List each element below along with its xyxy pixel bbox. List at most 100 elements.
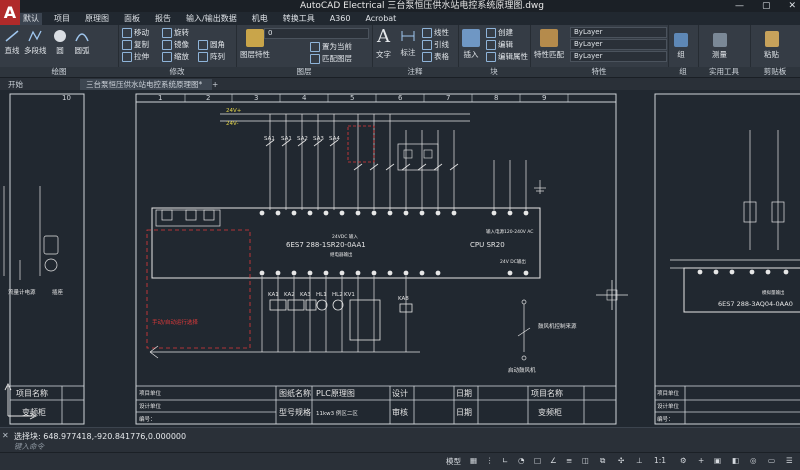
tab-project[interactable]: 项目 (51, 13, 73, 25)
text-button[interactable]: A 文字 (376, 27, 391, 60)
3d-osnap-icon[interactable]: ✣ (618, 456, 624, 465)
ortho-icon[interactable]: ∟ (502, 456, 508, 465)
create-block-icon (486, 27, 496, 38)
tab-schematic[interactable]: 原理图 (82, 13, 112, 25)
rotate-button[interactable]: 旋转 (162, 27, 189, 38)
array-button[interactable]: 阵列 (198, 51, 225, 62)
tab-default[interactable]: 默认 (20, 13, 42, 25)
osnap-icon[interactable]: □ (534, 456, 541, 465)
command-close-icon[interactable]: ✕ (2, 431, 9, 440)
left-label-socket: 插座 (52, 288, 64, 296)
ruler-num-8: 8 (494, 94, 498, 102)
tab-a360[interactable]: A360 (327, 13, 354, 25)
scale-button[interactable]: 缩放 (162, 51, 189, 62)
dimension-button[interactable]: 标注 (400, 27, 416, 58)
arc-button[interactable]: 圆弧 (74, 29, 90, 56)
minimize-button[interactable]: — (735, 0, 744, 12)
main-sheet-frame (135, 93, 617, 425)
left-sheet-frame (9, 93, 85, 425)
maximize-button[interactable]: ▢ (762, 0, 771, 12)
color-dropdown[interactable]: ByLayer (570, 27, 667, 38)
switch-label-2: SA1 (281, 136, 292, 142)
plc-power-label: 输入电源120-240V AC (486, 228, 533, 235)
annotation-monitor-icon[interactable]: + (698, 456, 704, 465)
model-space-button[interactable]: 模型 (446, 456, 461, 467)
otrack-icon[interactable]: ∠ (550, 456, 557, 465)
match-properties-button[interactable]: 特性匹配 (534, 29, 564, 60)
kv1-label: KV1 (344, 292, 355, 298)
measure-icon (712, 33, 727, 47)
snap-icon[interactable]: ⋮ (486, 456, 494, 465)
edit-attributes-button[interactable]: 编辑属性 (486, 51, 528, 62)
annotation-scale-value[interactable]: 1:1 (654, 456, 666, 465)
ruler-num-10: 10 (62, 94, 71, 102)
move-button[interactable]: 移动 (122, 27, 149, 38)
groups-panel: 组 组 (668, 25, 699, 77)
create-block-button[interactable]: 创建 (486, 27, 513, 38)
tab-acrobat[interactable]: Acrobat (362, 13, 399, 25)
window-title: AutoCAD Electrical 三台泵恒压供水站电控系统原理图.dwg (300, 1, 545, 11)
dynamic-ucs-icon[interactable]: ⊥ (636, 456, 643, 465)
insert-button[interactable]: 插入 (462, 29, 480, 60)
line-button[interactable]: 直线 (4, 29, 20, 56)
stretch-button[interactable]: 拉伸 (122, 51, 149, 62)
match-layer-button[interactable]: 匹配图层 (310, 53, 352, 64)
close-button[interactable]: ✕ (788, 0, 796, 12)
tab-import-export[interactable]: 输入/输出数据 (183, 13, 240, 25)
tab-panel[interactable]: 面板 (121, 13, 143, 25)
edit-block-button[interactable]: 编辑 (486, 39, 513, 50)
table-button[interactable]: 表格 (422, 51, 449, 62)
lineweight-icon[interactable]: ≡ (566, 456, 572, 465)
autocad-logo-icon[interactable]: A (0, 0, 20, 26)
leader-button[interactable]: 引线 (422, 39, 449, 50)
fillet-button[interactable]: 圆角 (198, 39, 225, 50)
workspace-icon[interactable]: ⚙ (680, 456, 687, 465)
grid-icon[interactable]: ▦ (470, 456, 477, 465)
linetype-dropdown[interactable]: ByLayer (570, 39, 667, 50)
manual-auto-region (146, 229, 251, 349)
copy-button[interactable]: 复制 (122, 39, 149, 50)
circle-button[interactable]: 圆 (52, 29, 68, 56)
dimension-icon (401, 31, 415, 41)
switch-label-4: SA3 (313, 136, 324, 142)
selection-cycling-icon[interactable]: ⧉ (600, 456, 605, 466)
tb-project-name: 项目名称 (531, 388, 563, 398)
plc-cpu-text: CPU SR20 (470, 241, 505, 249)
group-button[interactable]: 组 (674, 33, 688, 60)
set-current-button[interactable]: 置为当前 (310, 41, 352, 52)
active-drawing-tab[interactable]: 三台泵恒压供水站电控系统原理图* (80, 79, 212, 90)
utilities-panel: 测量 实用工具 (698, 25, 751, 77)
match-properties-icon (540, 29, 558, 47)
clean-screen-icon[interactable]: ▭ (768, 456, 775, 465)
drawing-canvas[interactable]: 1 2 3 4 5 6 7 8 9 10 24V+ 24V- SA1 SA1 S… (0, 90, 800, 426)
relay-label-2: KA2 (284, 292, 295, 298)
lineweight-dropdown[interactable]: ByLayer (570, 51, 667, 62)
isolate-icon[interactable]: ◎ (750, 456, 757, 465)
tab-conversion[interactable]: 转换工具 (280, 13, 318, 25)
start-tab[interactable]: 开始 (2, 79, 29, 90)
tab-reports[interactable]: 报告 (152, 13, 174, 25)
left-label-flow: 流量计电源 (8, 288, 36, 296)
ribbon-tab-bar: 默认 项目 原理图 面板 报告 输入/输出数据 机电 转换工具 A360 Acr… (20, 13, 399, 25)
new-tab-button[interactable]: + (206, 79, 224, 90)
paste-button[interactable]: 粘贴 (764, 31, 779, 60)
title-bar: AutoCAD Electrical 三台泵恒压供水站电控系统原理图.dwg —… (0, 0, 800, 12)
customize-icon[interactable]: ☰ (786, 456, 793, 465)
transparency-icon[interactable]: ◫ (582, 456, 589, 465)
measure-button[interactable]: 测量 (712, 33, 727, 60)
annotation-panel-title: 注释 (372, 67, 458, 77)
edit-attributes-icon (486, 51, 496, 62)
units-icon[interactable]: ▣ (714, 456, 721, 465)
layer-properties-icon (246, 29, 264, 47)
polar-icon[interactable]: ◔ (518, 456, 525, 465)
tab-electromechanical[interactable]: 机电 (249, 13, 271, 25)
mirror-button[interactable]: 镜像 (162, 39, 189, 50)
command-input[interactable]: 键入命令 (14, 441, 314, 452)
schematic-drawing: 1 2 3 4 5 6 7 8 9 10 24V+ 24V- SA1 SA1 S… (3, 93, 800, 425)
linear-button[interactable]: 线性 (422, 27, 449, 38)
polyline-button[interactable]: 多段线 (24, 29, 47, 56)
block-panel-title: 块 (458, 67, 530, 77)
analog-model-text: 6ES7 288-3AQ04-0AA0 (718, 300, 793, 308)
quick-properties-icon[interactable]: ◧ (732, 456, 739, 465)
layer-dropdown[interactable]: 0 (264, 28, 369, 39)
